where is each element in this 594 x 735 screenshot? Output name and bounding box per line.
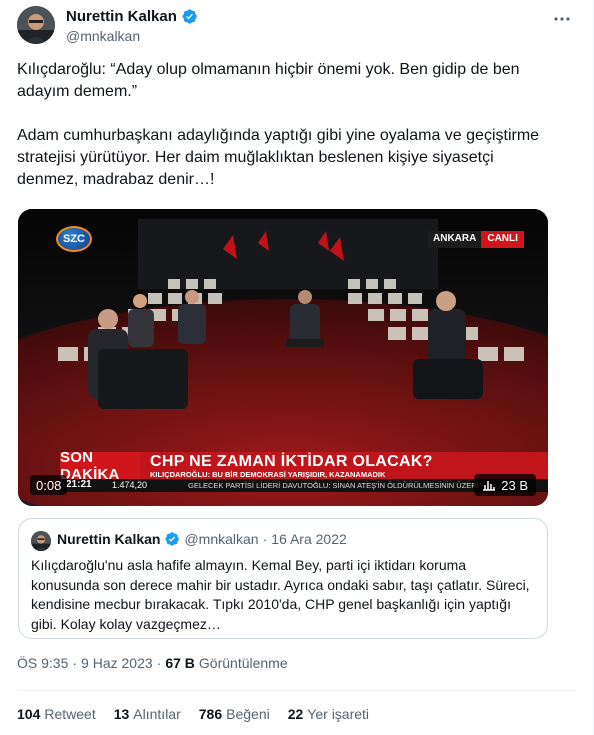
meta-separator: · (156, 655, 162, 671)
likes-stat[interactable]: 786 Beğeni (199, 706, 270, 722)
quoted-date: 16 Ara 2022 (271, 531, 347, 547)
video-elapsed-badge: 0:08 (30, 475, 68, 495)
broadcast-clock: 21:21 (66, 479, 92, 490)
tweet-meta: ÖS 9:35 · 9 Haz 2023 · 67 B Görüntülenme (17, 655, 288, 671)
divider (17, 690, 577, 691)
bookmarks-label: Yer işareti (307, 706, 370, 722)
live-tag: ANKARA CANLI (428, 231, 524, 248)
author-name[interactable]: Nurettin Kalkan (66, 8, 177, 25)
meta-separator: · (72, 655, 78, 671)
scrolling-news: GELECEK PARTİSİ LİDERİ DAVUTOĞLU: SİNAN … (188, 481, 479, 490)
bookmarks-count: 22 (287, 706, 304, 722)
quotes-count: 13 (113, 706, 130, 722)
retweets-count: 104 (17, 706, 41, 722)
quoted-avatar (31, 531, 51, 551)
tweet-date[interactable]: 9 Haz 2023 (81, 655, 153, 671)
video-views-badge: 23 B (474, 474, 536, 496)
likes-label: Beğeni (226, 706, 270, 722)
quoted-separator: · (262, 531, 268, 547)
author-handle[interactable]: @mnkalkan (66, 28, 140, 44)
quoted-header: Nurettin Kalkan @mnkalkan · 16 Ara 2022 (57, 531, 347, 547)
live-location: ANKARA (428, 231, 482, 248)
views-count: 67 B (165, 655, 195, 671)
engagement-stats: 104 Retweet 13 Alıntılar 786 Beğeni 22 Yer i… (17, 706, 369, 722)
views-chart-icon (483, 481, 496, 491)
tweet-time[interactable]: ÖS 9:35 (17, 655, 68, 671)
quoted-text: Kılıçdaroğlu'nu asla hafife almayın. Kem… (31, 557, 530, 632)
avatar-photo-icon (17, 6, 55, 44)
breaking-label: SON DAKİKA (60, 449, 140, 483)
tweet-text: Kılıçdaroğlu: “Aday olup olmamanın hiçbi… (17, 61, 540, 188)
headline: CHP NE ZAMAN İKTİDAR OLACAK? (150, 453, 433, 470)
subheadline: KILIÇDAROĞLU: BU BİR DEMOKRASİ YARIŞIDIR… (150, 470, 386, 479)
channel-logo: SZC (56, 226, 92, 252)
retweets-label: Retweet (44, 706, 96, 722)
live-label: CANLI (481, 231, 524, 248)
quotes-label: Alıntılar (133, 706, 181, 722)
video-views-count: 23 B (501, 477, 528, 493)
retweets-stat[interactable]: 104 Retweet (17, 706, 96, 722)
tweet-header: Nurettin Kalkan @mnkalkan (17, 6, 577, 46)
avatar-photo-icon (31, 531, 51, 551)
avatar[interactable] (17, 6, 55, 44)
video-player[interactable]: SZC ANKARA CANLI SON DAKİKA CHP NE ZAMAN… (18, 209, 548, 506)
market-value: 1.474,20 (112, 480, 148, 490)
quoted-tweet[interactable]: Nurettin Kalkan @mnkalkan · 16 Ara 2022 … (18, 518, 548, 639)
more-horizontal-icon[interactable] (551, 8, 573, 30)
views-label: Görüntülenme (198, 655, 288, 671)
quoted-author-handle: @mnkalkan (184, 531, 259, 547)
likes-count: 786 (198, 706, 223, 722)
quotes-stat[interactable]: 13 Alıntılar (114, 706, 181, 722)
quoted-author-name: Nurettin Kalkan (57, 531, 161, 547)
verified-badge-icon (182, 9, 197, 24)
bookmarks-stat[interactable]: 22 Yer işareti (288, 706, 369, 722)
verified-badge-icon (165, 532, 180, 546)
